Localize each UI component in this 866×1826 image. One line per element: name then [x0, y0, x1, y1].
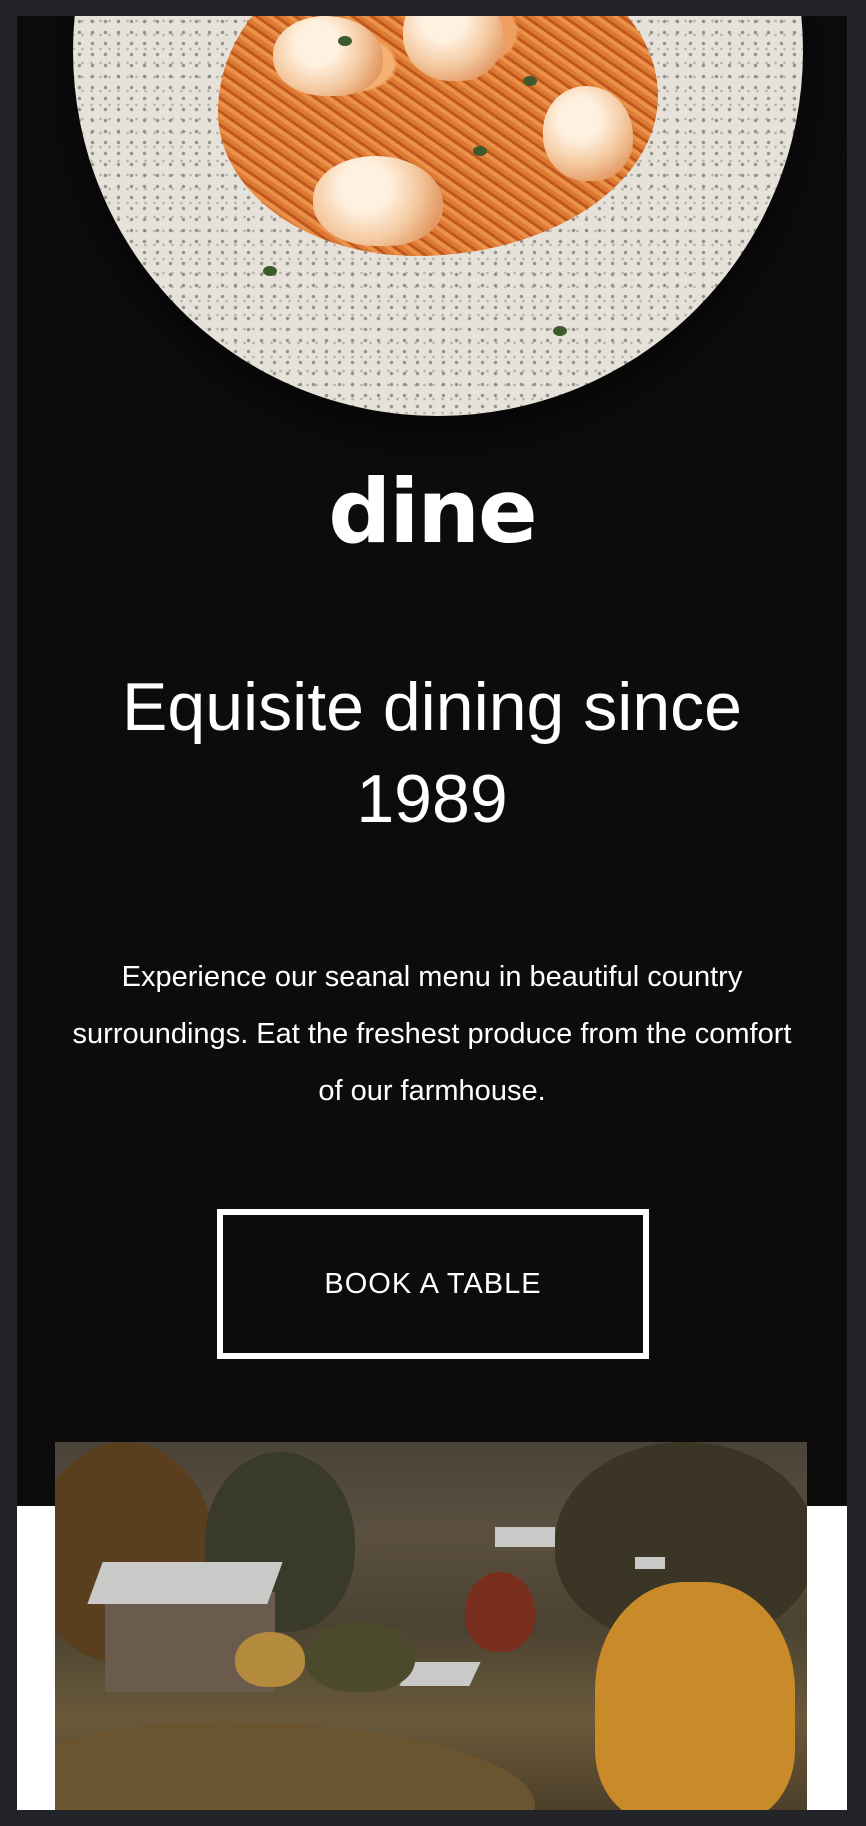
distant-roof-1 — [495, 1527, 555, 1547]
brand-logo: dine — [328, 460, 538, 563]
herb-4 — [263, 266, 277, 276]
herb-2 — [523, 76, 537, 86]
distant-roof-2 — [635, 1557, 665, 1569]
farmhouse-roof — [87, 1562, 283, 1604]
page-frame: dine Equisite dining since 1989 Experien… — [17, 16, 847, 1810]
shrimp-1 — [273, 16, 383, 96]
herb-3 — [473, 146, 487, 156]
shrimp-3 — [543, 86, 633, 181]
hero-dish-image — [73, 16, 803, 416]
hillside-foreground — [55, 1722, 535, 1810]
shrimp-4 — [313, 156, 443, 246]
herb-1 — [338, 36, 352, 46]
shrub-green — [305, 1622, 415, 1692]
tree-golden-2 — [235, 1632, 305, 1687]
tree-golden-1 — [595, 1582, 795, 1810]
hero-headline: Equisite dining since 1989 — [122, 669, 742, 837]
book-table-button[interactable]: BOOK A TABLE — [217, 1209, 649, 1359]
village-image — [55, 1442, 807, 1810]
hero-intro: Experience our seanal menu in beautiful … — [72, 961, 792, 1107]
tree-red — [465, 1572, 535, 1652]
herb-5 — [553, 326, 567, 336]
